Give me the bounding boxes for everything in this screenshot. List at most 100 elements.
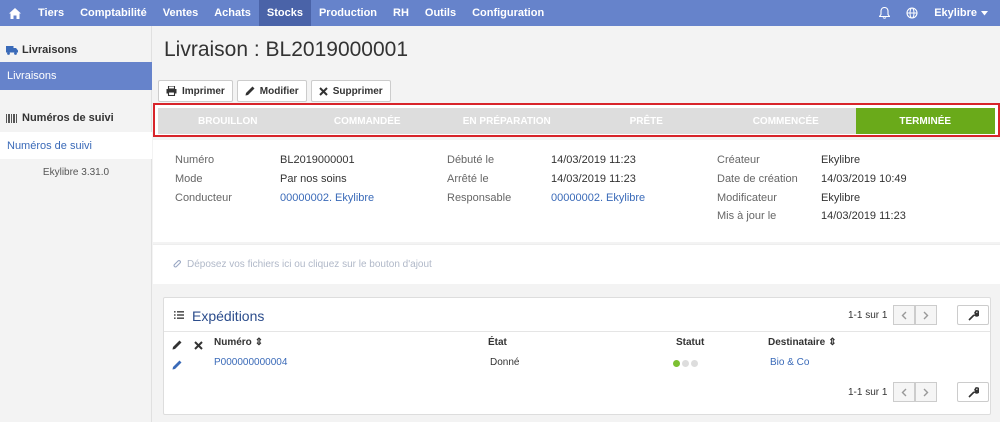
numero-value: BL2019000001 [280, 154, 355, 166]
column-header-destinataire[interactable]: Destinataire ⇕ [768, 337, 837, 348]
row-etat: Donné [490, 357, 520, 368]
toolbar: Imprimer Modifier Supprimer [158, 80, 391, 102]
row-status-lights [673, 359, 700, 370]
chevron-left-icon [901, 311, 907, 319]
expeditions-panel: Expéditions 1-1 sur 1 Numéro ⇕ État Statu… [163, 297, 991, 415]
date-creation-value: 14/03/2019 10:49 [821, 173, 907, 185]
responsable-label: Responsable [447, 192, 512, 204]
chevron-left-icon [901, 388, 907, 396]
paperclip-icon [173, 259, 182, 268]
step-en-preparation: EN PRÉPARATION [462, 115, 551, 127]
status-dot-grey [682, 360, 689, 367]
notifications-button[interactable] [870, 0, 898, 26]
sidebar-section-numeros: Numéros de suivi [0, 110, 152, 126]
truck-icon [6, 45, 18, 55]
nav-stocks[interactable]: Stocks [258, 0, 311, 26]
modificateur-value: Ekylibre [821, 192, 861, 204]
sidebar-section-label: Numéros de suivi [22, 112, 114, 124]
nav-outils[interactable]: Outils [417, 0, 464, 26]
row-numero-link[interactable]: P000000000004 [214, 357, 287, 368]
column-header-etat: État [488, 337, 507, 348]
nav-production[interactable]: Production [311, 0, 385, 26]
printer-icon [166, 86, 177, 96]
date-creation-label: Date de création [717, 173, 798, 185]
list-icon [174, 311, 184, 319]
bell-icon [878, 7, 890, 19]
nav-achats[interactable]: Achats [206, 0, 259, 26]
state-progress-highlight: BROUILLON COMMANDÉE EN PRÉPARATION PRÊTE… [153, 103, 1000, 137]
print-label: Imprimer [182, 85, 225, 97]
responsable-link[interactable]: 00000002. Ekylibre [551, 192, 645, 204]
wrench-icon [968, 386, 979, 398]
home-button[interactable] [0, 0, 30, 26]
times-icon [318, 86, 328, 96]
column-etat-label: État [488, 337, 507, 348]
edit-column-icon [172, 340, 182, 350]
expeditions-header: Expéditions 1-1 sur 1 [164, 298, 990, 332]
row-destinataire-link[interactable]: Bio & Co [770, 357, 809, 368]
language-button[interactable] [898, 0, 926, 26]
numero-label: Numéro [175, 154, 215, 166]
user-menu[interactable]: Ekylibre [926, 7, 1000, 19]
nav-configuration[interactable]: Configuration [464, 0, 552, 26]
dropzone-text: Déposez vos fichiers ici ou cliquez sur … [187, 259, 432, 270]
state-progress-bar: BROUILLON COMMANDÉE EN PRÉPARATION PRÊTE… [158, 108, 995, 134]
nav-tiers[interactable]: Tiers [30, 0, 72, 26]
step-commencee: COMMENCÉE [752, 115, 819, 127]
conducteur-link[interactable]: 00000002. Ekylibre [280, 192, 374, 204]
print-button[interactable]: Imprimer [158, 80, 233, 102]
next-page-button[interactable] [915, 305, 938, 325]
mode-value: Par nos soins [280, 173, 347, 185]
sidebar-item-numeros-de-suivi[interactable]: Numéros de suivi [0, 132, 152, 159]
maj-value: 14/03/2019 11:23 [821, 210, 906, 222]
sidebar-section-label: Livraisons [22, 44, 78, 56]
globe-icon [906, 7, 918, 19]
status-dot-grey [691, 360, 698, 367]
expeditions-title: Expéditions [192, 308, 265, 324]
next-page-button[interactable] [915, 382, 938, 402]
sort-icon: ⇕ [828, 337, 837, 348]
list-settings-button[interactable] [957, 382, 990, 402]
chevron-right-icon [923, 311, 929, 319]
nav-comptabilite[interactable]: Comptabilité [72, 0, 155, 26]
arrete-value: 14/03/2019 11:23 [551, 173, 636, 185]
top-navbar: Tiers Comptabilité Ventes Achats Stocks … [0, 0, 1000, 26]
nav-ventes[interactable]: Ventes [155, 0, 206, 26]
home-icon [9, 7, 21, 19]
sidebar-item-livraisons[interactable]: Livraisons [0, 62, 152, 90]
sort-icon: ⇕ [254, 337, 264, 348]
main-content: Livraison : BL2019000001 Imprimer Modifi… [152, 26, 1000, 422]
column-numero-label: Numéro [214, 337, 252, 348]
createur-label: Créateur [717, 154, 760, 166]
status-dot-green [673, 360, 680, 367]
delete-column-icon [194, 341, 203, 350]
file-dropzone[interactable]: Déposez vos fichiers ici ou cliquez sur … [153, 244, 1000, 284]
arrete-label: Arrêté le [447, 173, 489, 185]
debute-value: 14/03/2019 11:23 [551, 154, 636, 166]
page-title: Livraison : BL2019000001 [164, 38, 409, 61]
sidebar-section-livraisons: Livraisons [0, 42, 152, 58]
prev-page-button[interactable] [893, 382, 916, 402]
edit-button[interactable]: Modifier [236, 80, 307, 102]
edit-row-icon[interactable] [172, 360, 182, 370]
barcode-icon [6, 113, 17, 123]
edit-label: Modifier [259, 85, 299, 97]
maj-label: Mis à jour le [717, 210, 777, 222]
modificateur-label: Modificateur [717, 192, 777, 204]
list-settings-button[interactable] [957, 305, 990, 325]
nav-rh[interactable]: RH [385, 0, 417, 26]
column-header-numero[interactable]: Numéro ⇕ [214, 337, 263, 348]
delivery-details: Numéro BL2019000001 Mode Par nos soins C… [153, 140, 1000, 242]
createur-value: Ekylibre [821, 154, 861, 166]
sidebar: Livraisons Livraisons Numéros de suivi N… [0, 26, 152, 422]
delete-button[interactable]: Supprimer [310, 80, 391, 102]
step-brouillon: BROUILLON [198, 115, 258, 127]
column-destinataire-label: Destinataire [768, 337, 826, 348]
step-terminee: TERMINÉE [855, 108, 995, 134]
user-name: Ekylibre [934, 7, 977, 19]
debute-label: Débuté le [447, 154, 495, 166]
delete-label: Supprimer [332, 85, 383, 97]
conducteur-label: Conducteur [175, 192, 232, 204]
prev-page-button[interactable] [893, 305, 916, 325]
mode-label: Mode [175, 173, 203, 185]
